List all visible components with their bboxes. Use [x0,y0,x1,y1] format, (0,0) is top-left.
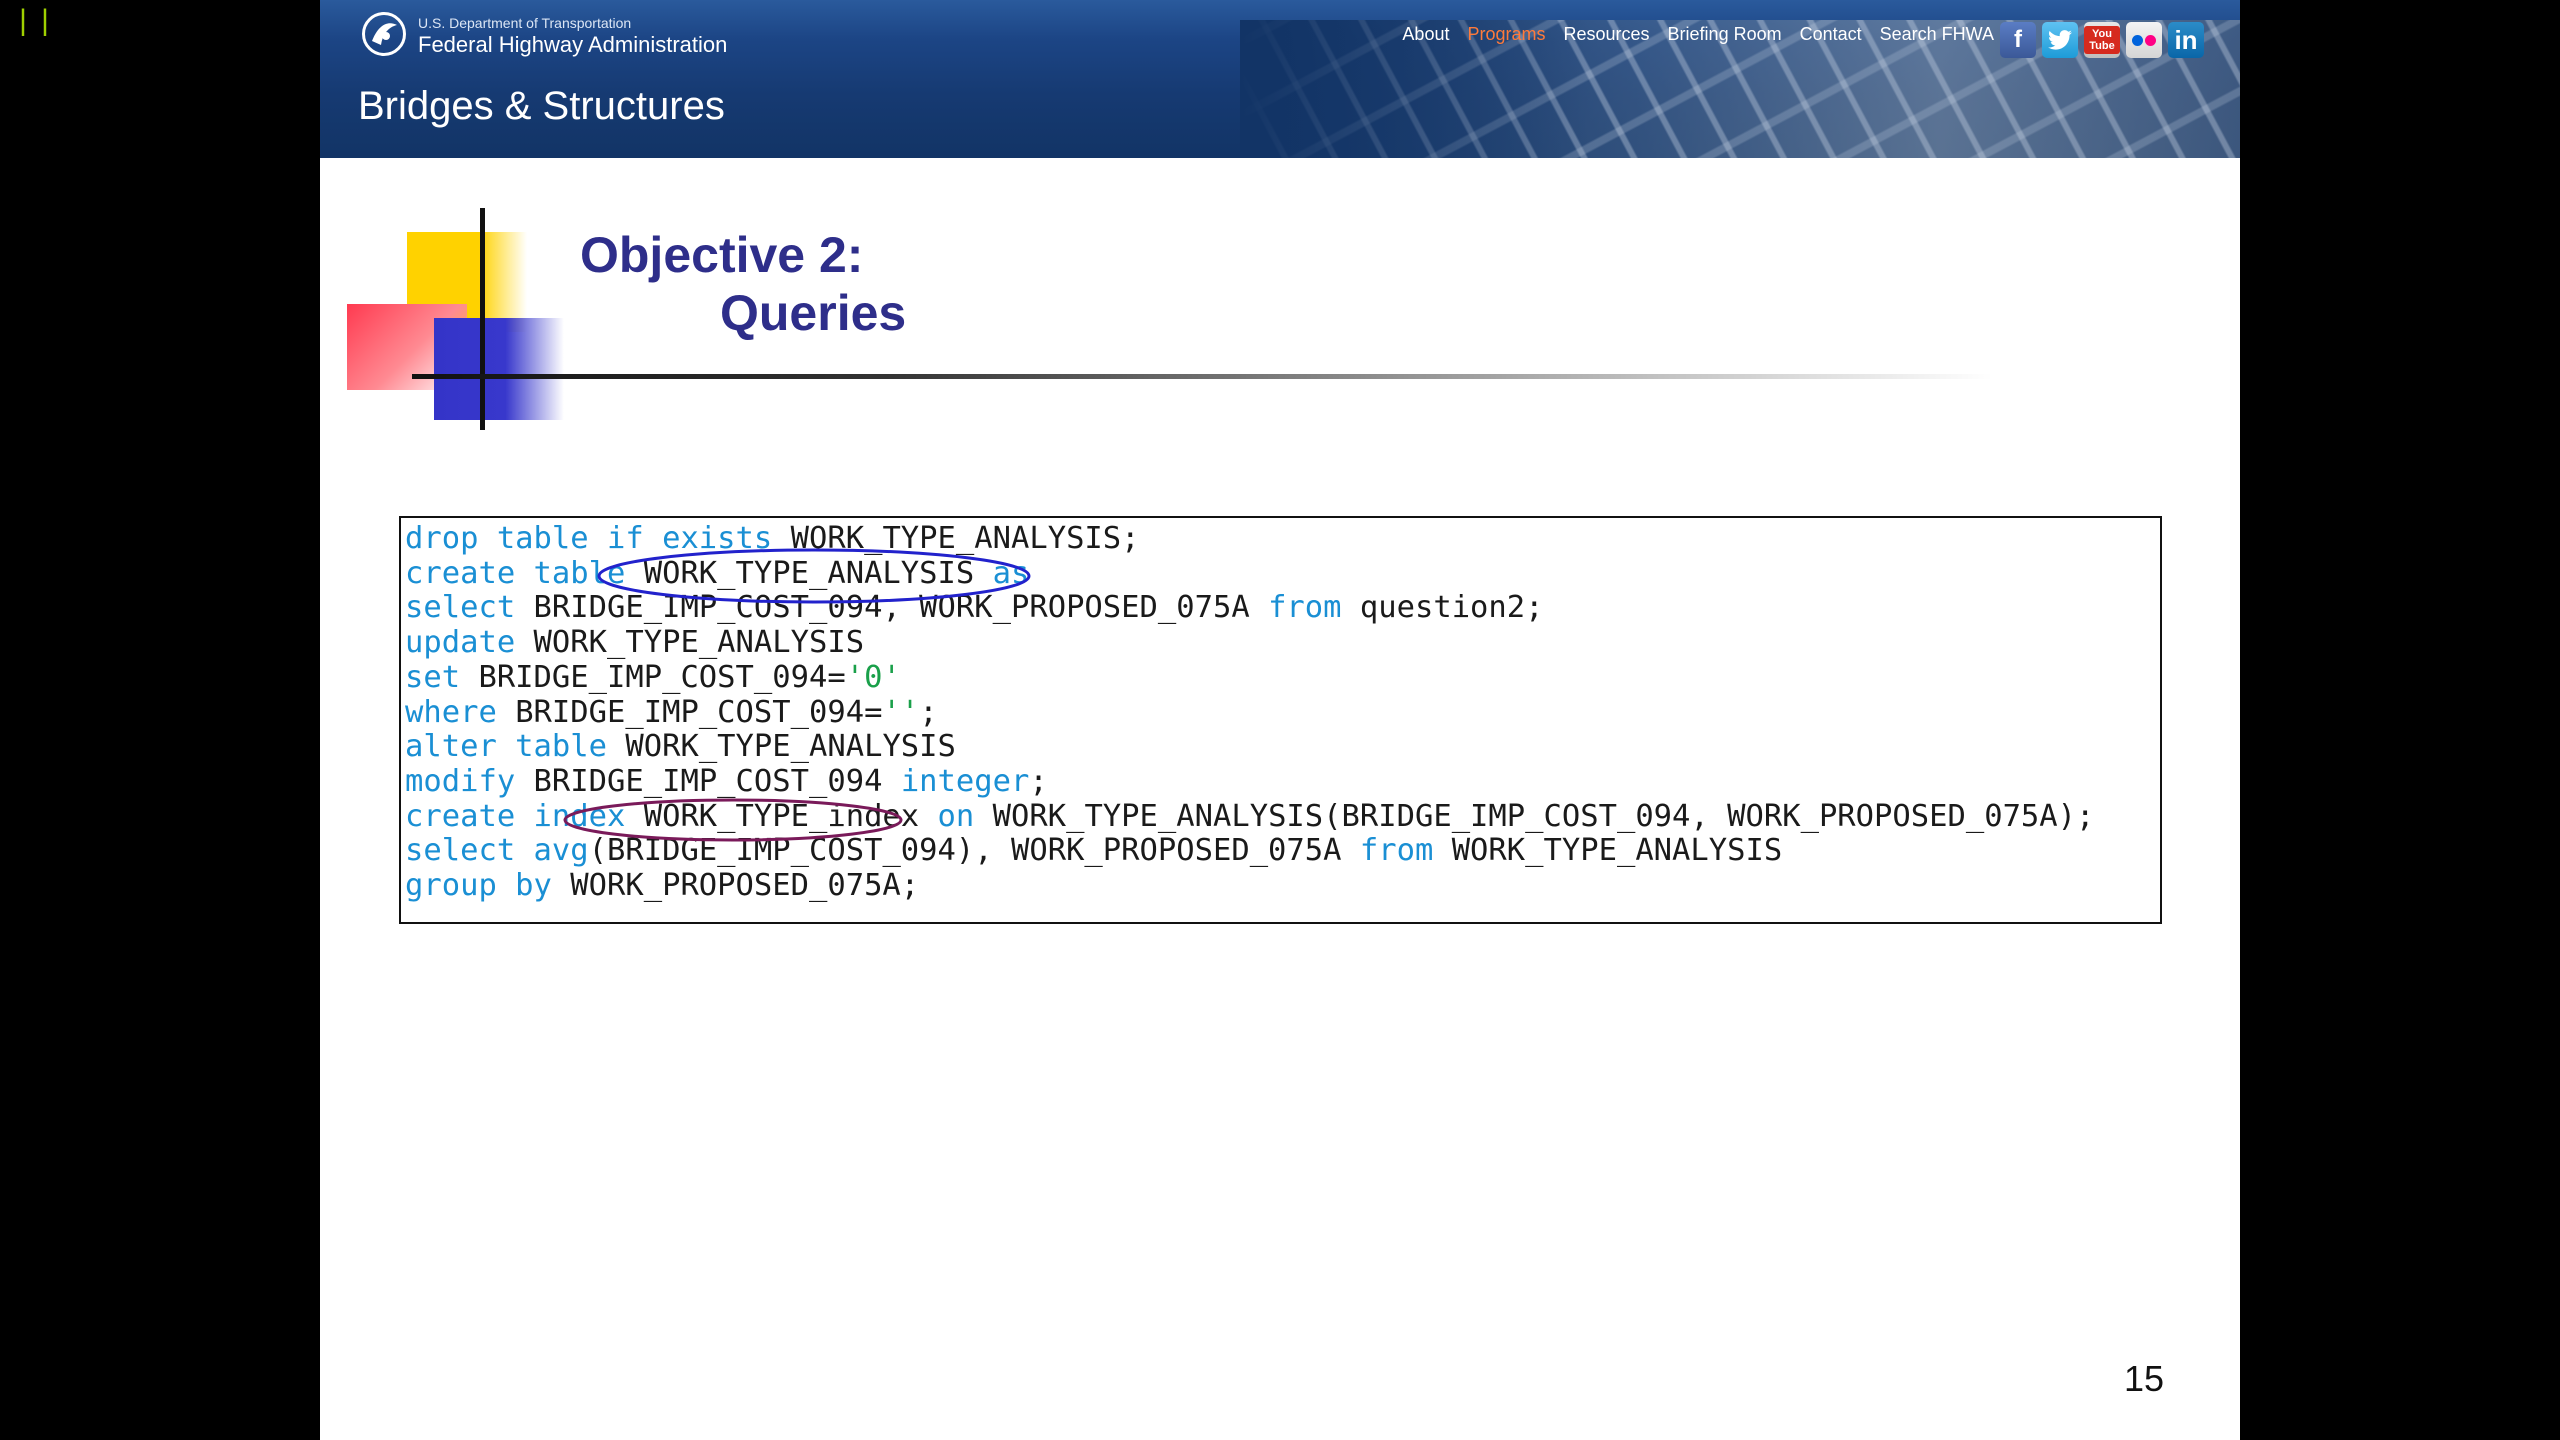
annotation-layer [563,548,1031,842]
top-navigation: About Programs Resources Briefing Room C… [1402,24,1994,45]
dot-logo-icon [362,12,406,56]
flickr-pink-dot [2145,34,2156,46]
nav-programs[interactable]: Programs [1467,24,1545,45]
slide-title-subject: Queries [720,285,907,341]
presentation-slide: U.S. Department of Transportation Federa… [320,0,2240,1440]
twitter-icon[interactable] [2042,22,2078,58]
nav-resources[interactable]: Resources [1564,24,1650,45]
flickr-blue-dot [2132,34,2143,46]
highlight-ellipse-index-name [563,798,903,842]
linkedin-icon[interactable]: in [2168,22,2204,58]
nav-briefing-room[interactable]: Briefing Room [1668,24,1782,45]
nav-contact[interactable]: Contact [1800,24,1862,45]
agency-name-text: Federal Highway Administration [418,32,728,57]
sql-code-box: drop table if exists WORK_TYPE_ANALYSIS;… [399,516,2162,924]
nav-about[interactable]: About [1402,24,1449,45]
nav-search-fhwa[interactable]: Search FHWA [1880,24,1994,45]
decor-horizontal-line [412,374,1992,379]
slide-title-decoration [320,200,1992,440]
highlight-ellipse-table-name [597,548,1031,604]
social-links: f You Tube in [2000,22,2204,58]
slide-page-number: 15 [2123,1358,2164,1399]
twitter-bird-icon [2048,30,2072,50]
pause-indicator[interactable]: || [14,6,58,40]
decor-vertical-line [480,208,485,430]
youtube-icon[interactable]: You Tube [2084,22,2120,58]
facebook-icon[interactable]: f [2000,22,2036,58]
agency-department-text: U.S. Department of Transportation [418,15,632,31]
fhwa-header-banner: U.S. Department of Transportation Federa… [320,0,2240,158]
decor-blue-square [434,318,564,420]
slide-title-objective: Objective 2: [580,227,864,283]
fhwa-logo[interactable]: U.S. Department of Transportation Federa… [362,12,802,60]
flickr-icon[interactable] [2126,22,2162,58]
site-title[interactable]: Bridges & Structures [358,84,725,129]
